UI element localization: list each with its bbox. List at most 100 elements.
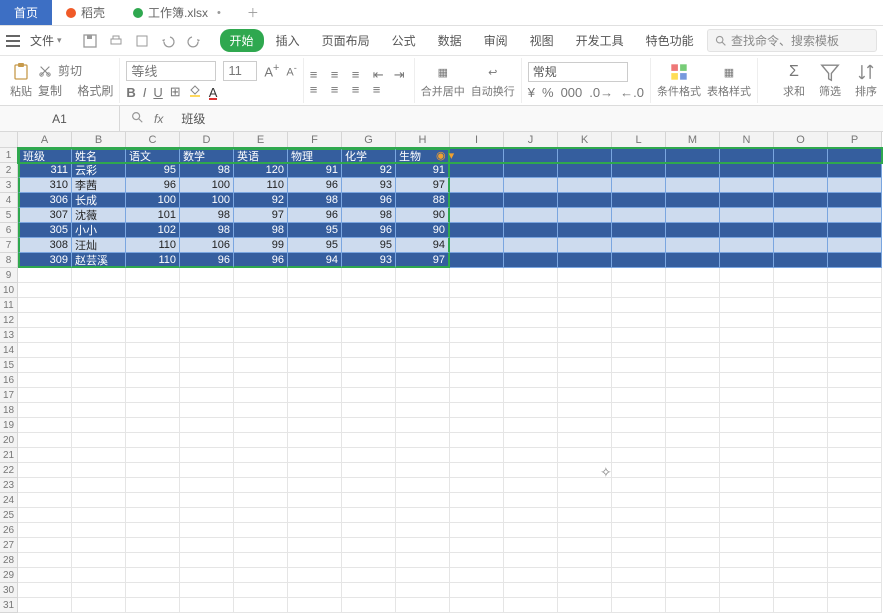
cell-M11[interactable] bbox=[666, 298, 720, 313]
font-color-button[interactable]: A bbox=[209, 85, 218, 100]
cell-A6[interactable]: 305 bbox=[18, 223, 72, 238]
cell-J9[interactable] bbox=[504, 268, 558, 283]
cell-F3[interactable]: 96 bbox=[288, 178, 342, 193]
percent-icon[interactable]: % bbox=[542, 85, 554, 100]
cell-D25[interactable] bbox=[180, 508, 234, 523]
cell-N4[interactable] bbox=[720, 193, 774, 208]
cell-J21[interactable] bbox=[504, 448, 558, 463]
cell-E13[interactable] bbox=[234, 328, 288, 343]
smart-tag-icon[interactable]: ◉ ▾ bbox=[436, 149, 454, 162]
cell-N11[interactable] bbox=[720, 298, 774, 313]
cell-F19[interactable] bbox=[288, 418, 342, 433]
col-header-N[interactable]: N bbox=[720, 132, 774, 148]
cell-O23[interactable] bbox=[774, 478, 828, 493]
cell-J13[interactable] bbox=[504, 328, 558, 343]
cell-I10[interactable] bbox=[450, 283, 504, 298]
cell-F25[interactable] bbox=[288, 508, 342, 523]
row-header-5[interactable]: 5 bbox=[0, 208, 18, 223]
cell-O2[interactable] bbox=[774, 163, 828, 178]
cell-N9[interactable] bbox=[720, 268, 774, 283]
cell-K21[interactable] bbox=[558, 448, 612, 463]
cell-D1[interactable]: 数学 bbox=[180, 148, 234, 163]
cell-N17[interactable] bbox=[720, 388, 774, 403]
cell-G22[interactable] bbox=[342, 463, 396, 478]
cell-D12[interactable] bbox=[180, 313, 234, 328]
cell-M16[interactable] bbox=[666, 373, 720, 388]
cell-K26[interactable] bbox=[558, 523, 612, 538]
cell-G18[interactable] bbox=[342, 403, 396, 418]
cell-J2[interactable] bbox=[504, 163, 558, 178]
cell-C6[interactable]: 102 bbox=[126, 223, 180, 238]
cell-A22[interactable] bbox=[18, 463, 72, 478]
cell-M19[interactable] bbox=[666, 418, 720, 433]
cell-D28[interactable] bbox=[180, 553, 234, 568]
cell-P7[interactable] bbox=[828, 238, 882, 253]
ribbon-tab-5[interactable]: 审阅 bbox=[474, 29, 518, 52]
cell-M13[interactable] bbox=[666, 328, 720, 343]
cell-G6[interactable]: 96 bbox=[342, 223, 396, 238]
cell-K11[interactable] bbox=[558, 298, 612, 313]
cell-I4[interactable] bbox=[450, 193, 504, 208]
align-left-icon[interactable]: ≡ bbox=[310, 82, 324, 94]
increase-font-icon[interactable]: A+ bbox=[264, 62, 279, 79]
cell-P1[interactable] bbox=[828, 148, 882, 163]
cell-C19[interactable] bbox=[126, 418, 180, 433]
cell-D16[interactable] bbox=[180, 373, 234, 388]
cell-E31[interactable] bbox=[234, 598, 288, 613]
cell-F14[interactable] bbox=[288, 343, 342, 358]
cell-A4[interactable]: 306 bbox=[18, 193, 72, 208]
cell-E24[interactable] bbox=[234, 493, 288, 508]
ribbon-tab-3[interactable]: 公式 bbox=[382, 29, 426, 52]
cell-H17[interactable] bbox=[396, 388, 450, 403]
cell-I8[interactable] bbox=[450, 253, 504, 268]
cell-L17[interactable] bbox=[612, 388, 666, 403]
command-search[interactable]: 查找命令、搜索模板 bbox=[707, 29, 877, 52]
cell-G15[interactable] bbox=[342, 358, 396, 373]
cell-E14[interactable] bbox=[234, 343, 288, 358]
cell-C11[interactable] bbox=[126, 298, 180, 313]
cell-C27[interactable] bbox=[126, 538, 180, 553]
cell-C12[interactable] bbox=[126, 313, 180, 328]
row-header-7[interactable]: 7 bbox=[0, 238, 18, 253]
col-header-M[interactable]: M bbox=[666, 132, 720, 148]
cell-A29[interactable] bbox=[18, 568, 72, 583]
cell-L18[interactable] bbox=[612, 403, 666, 418]
cell-I23[interactable] bbox=[450, 478, 504, 493]
cell-N10[interactable] bbox=[720, 283, 774, 298]
cell-G11[interactable] bbox=[342, 298, 396, 313]
cell-F5[interactable]: 96 bbox=[288, 208, 342, 223]
cell-G19[interactable] bbox=[342, 418, 396, 433]
cell-D20[interactable] bbox=[180, 433, 234, 448]
cell-M26[interactable] bbox=[666, 523, 720, 538]
cell-E28[interactable] bbox=[234, 553, 288, 568]
cell-D15[interactable] bbox=[180, 358, 234, 373]
cell-G17[interactable] bbox=[342, 388, 396, 403]
cell-B21[interactable] bbox=[72, 448, 126, 463]
cell-N29[interactable] bbox=[720, 568, 774, 583]
ribbon-tab-0[interactable]: 开始 bbox=[220, 29, 264, 52]
cell-P3[interactable] bbox=[828, 178, 882, 193]
cell-N26[interactable] bbox=[720, 523, 774, 538]
formula-input[interactable]: 班级 bbox=[173, 110, 883, 127]
cell-L29[interactable] bbox=[612, 568, 666, 583]
cell-B1[interactable]: 姓名 bbox=[72, 148, 126, 163]
cell-I22[interactable] bbox=[450, 463, 504, 478]
col-header-E[interactable]: E bbox=[234, 132, 288, 148]
cell-M20[interactable] bbox=[666, 433, 720, 448]
cell-L27[interactable] bbox=[612, 538, 666, 553]
cell-K16[interactable] bbox=[558, 373, 612, 388]
col-header-O[interactable]: O bbox=[774, 132, 828, 148]
cell-D31[interactable] bbox=[180, 598, 234, 613]
cell-P6[interactable] bbox=[828, 223, 882, 238]
cell-N16[interactable] bbox=[720, 373, 774, 388]
cell-A27[interactable] bbox=[18, 538, 72, 553]
cell-N23[interactable] bbox=[720, 478, 774, 493]
cell-B10[interactable] bbox=[72, 283, 126, 298]
cell-B20[interactable] bbox=[72, 433, 126, 448]
new-tab-button[interactable]: ＋ bbox=[235, 0, 271, 25]
cell-B26[interactable] bbox=[72, 523, 126, 538]
cell-B8[interactable]: 赵芸溪 bbox=[72, 253, 126, 268]
bold-button[interactable]: B bbox=[126, 85, 135, 100]
row-header-16[interactable]: 16 bbox=[0, 373, 18, 388]
cell-B16[interactable] bbox=[72, 373, 126, 388]
